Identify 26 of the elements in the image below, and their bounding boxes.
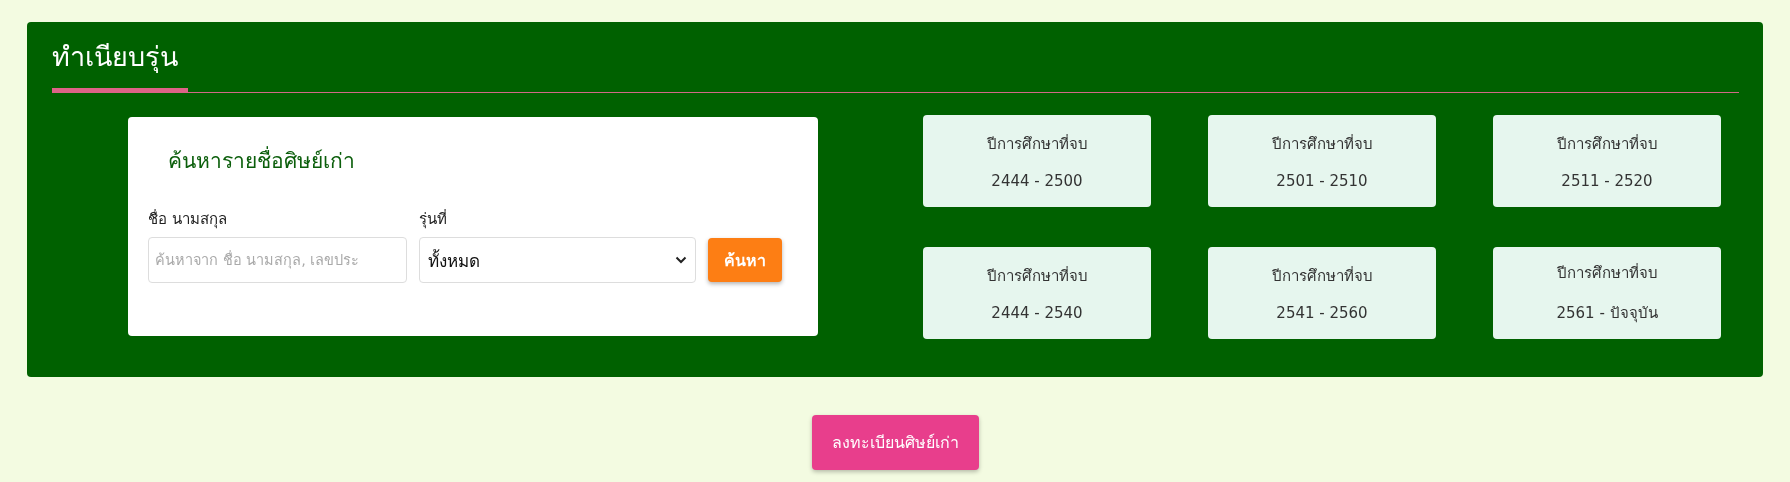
year-range: 2444 - 2540 — [991, 304, 1083, 322]
year-range: 2541 - 2560 — [1276, 304, 1368, 322]
panel-title: ทำเนียบรุ่น — [52, 34, 188, 93]
year-card-label: ปีการศึกษาที่จบ — [1271, 265, 1373, 287]
search-heading: ค้นหารายชื่อศิษย์เก่า — [168, 145, 796, 177]
year-card[interactable]: ปีการศึกษาที่จบ 2561 - ปัจจุบัน — [1493, 247, 1721, 339]
register-button[interactable]: ลงทะเบียนศิษย์เก่า — [811, 415, 979, 470]
class-label: รุ่นที่ — [419, 208, 448, 231]
year-card-label: ปีการศึกษาที่จบ — [1271, 133, 1373, 155]
chevron-down-icon — [675, 256, 687, 264]
year-card-label: ปีการศึกษาที่จบ — [986, 265, 1088, 287]
year-card[interactable]: ปีการศึกษาที่จบ 2541 - 2560 — [1208, 247, 1436, 339]
year-card[interactable]: ปีการศึกษาที่จบ 2501 - 2510 — [1208, 115, 1436, 207]
name-input-field[interactable]: ค้นหาจาก ชื่อ นามสกุล, เลขประ — [148, 237, 407, 283]
year-range: 2511 - 2520 — [1561, 172, 1653, 190]
year-card-label: ปีการศึกษาที่จบ — [986, 133, 1088, 155]
year-card[interactable]: ปีการศึกษาที่จบ 2444 - 2540 — [923, 247, 1151, 339]
class-select[interactable]: ทั้งหมด — [419, 237, 696, 283]
name-label: ชื่อ นามสกุล — [148, 208, 228, 231]
year-range: 2501 - 2510 — [1276, 172, 1368, 190]
year-card[interactable]: ปีการศึกษาที่จบ 2511 - 2520 — [1493, 115, 1721, 207]
year-card-label: ปีการศึกษาที่จบ — [1556, 133, 1658, 155]
year-range: 2444 - 2500 — [991, 172, 1083, 190]
year-card[interactable]: ปีการศึกษาที่จบ 2444 - 2500 — [923, 115, 1151, 207]
year-range: 2561 - ปัจจุบัน — [1556, 303, 1658, 325]
year-card-label: ปีการศึกษาที่จบ — [1556, 262, 1658, 284]
